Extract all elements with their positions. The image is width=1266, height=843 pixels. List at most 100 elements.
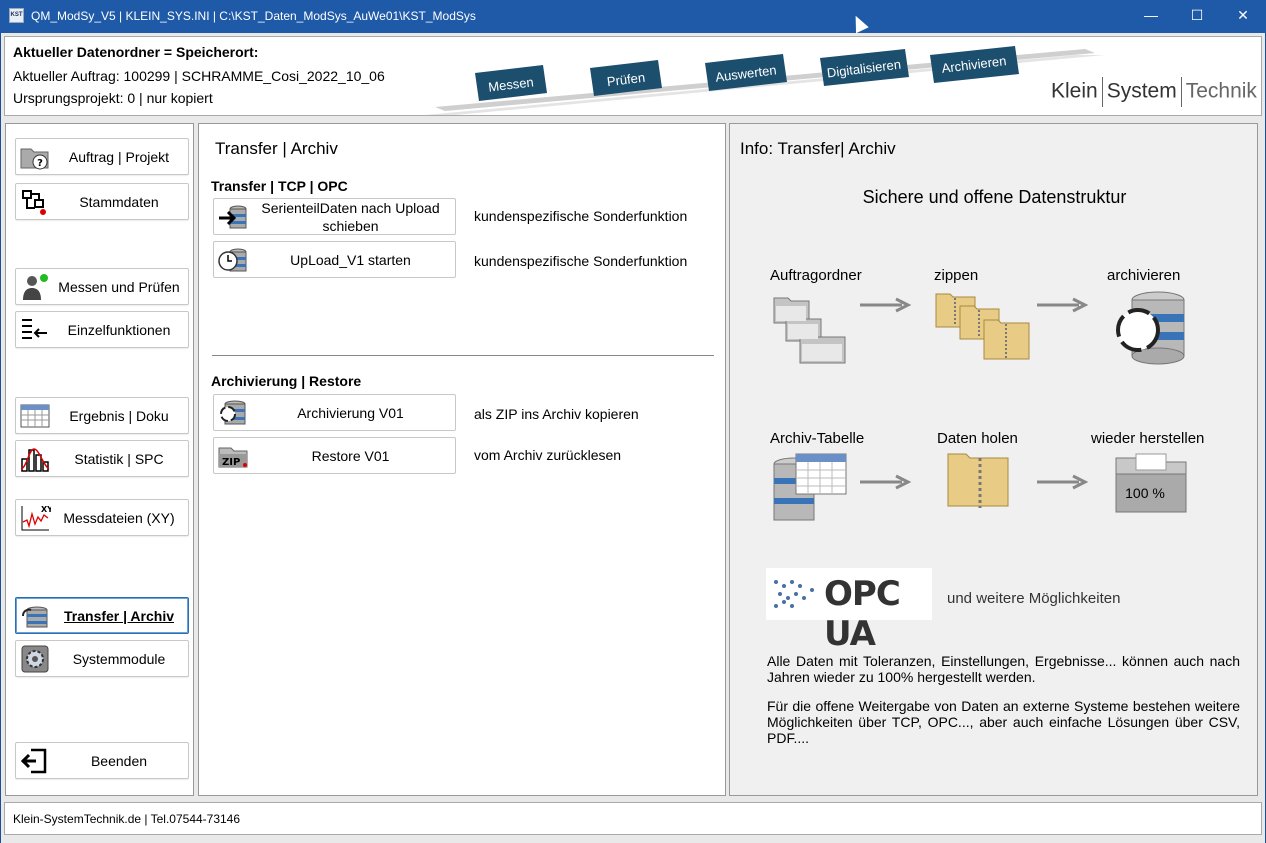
svg-text:?: ?: [37, 158, 43, 169]
action-label: SerienteilDaten nach Upload schieben: [261, 199, 440, 234]
nav-label: Beenden: [90, 753, 148, 769]
push-upload-button[interactable]: SerienteilDaten nach Upload schieben: [213, 198, 456, 235]
brand-part-3: Technik: [1185, 79, 1257, 103]
action-label: Archivierung V01: [297, 404, 404, 421]
folders-icon: [773, 297, 846, 364]
header: Aktueller Datenordner = Speicherort: Akt…: [4, 36, 1262, 116]
section-divider: [212, 355, 714, 356]
info-panel: Info: Transfer| Archiv Sichere und offen…: [729, 123, 1258, 796]
maximize-icon: ☐: [1190, 7, 1204, 23]
restore-folder-icon: [1115, 453, 1187, 513]
info-title: Info: Transfer| Archiv: [740, 139, 896, 158]
nav-einzelfunktionen-button[interactable]: Einzelfunktionen: [15, 311, 189, 348]
nav-messen-pruefen-button[interactable]: Messen und Prüfen: [15, 268, 189, 305]
mouse-cursor-icon: [849, 12, 869, 34]
action-description: kundenspezifische Sonderfunktion: [474, 208, 688, 224]
structure-icon: [22, 190, 46, 215]
label-wieder-herstellen: wieder herstellen: [1091, 430, 1205, 447]
nav-stammdaten-button[interactable]: Stammdaten: [15, 183, 189, 220]
app-icon: KST: [9, 8, 24, 23]
gear-icon: [21, 645, 49, 673]
section-transfer-title: Transfer | TCP | OPC: [211, 178, 348, 194]
table-icon: [20, 404, 50, 428]
status-text: Klein-SystemTechnik.de | Tel.07544-73146: [13, 812, 241, 826]
archive-database-large-icon: [1116, 291, 1185, 365]
section-archiv-title: Archivierung | Restore: [211, 373, 362, 389]
folder-question-icon: ?: [20, 148, 49, 170]
restore-v01-button[interactable]: ZIP Restore V01: [213, 437, 456, 474]
banner-step-5: Archivieren: [930, 46, 1019, 83]
data-folder-label: Aktueller Datenordner = Speicherort:: [13, 44, 259, 60]
process-banner: Messen Prüfen Auswerten Digitalisieren A…: [425, 46, 1105, 115]
nav-label: Statistik | SPC: [74, 451, 164, 467]
current-order: Aktueller Auftrag: 100299 | SCHRAMME_Cos…: [13, 68, 385, 84]
brand-part-1: Klein: [1051, 79, 1098, 103]
banner-step-1: Messen: [475, 65, 547, 101]
label-zippen: zippen: [934, 267, 979, 284]
opc-ua-text: OPC UA: [824, 574, 901, 654]
label-auftragordner: Auftragordner: [770, 267, 862, 284]
nav-label: Systemmodule: [72, 651, 166, 667]
status-bar: Klein-SystemTechnik.de | Tel.07544-73146: [4, 802, 1262, 835]
action-description: kundenspezifische Sonderfunktion: [474, 253, 688, 269]
nav-label: Stammdaten: [79, 194, 159, 210]
restore-percent: 100 %: [1125, 485, 1165, 501]
opc-dots-icon: [774, 580, 814, 608]
nav-messdateien-button[interactable]: XY Messdateien (XY): [15, 499, 189, 536]
nav-label: Auftrag | Projekt: [68, 149, 170, 165]
label-archivieren: archivieren: [1107, 267, 1181, 284]
main-panel: Transfer | Archiv Transfer | TCP | OPC S…: [198, 123, 726, 796]
xy-chart-icon: XY: [21, 505, 51, 531]
brand-part-2: System: [1106, 79, 1177, 103]
window-title: QM_ModSy_V5 | KLEIN_SYS.INI | C:\KST_Dat…: [31, 9, 476, 23]
nav-label: Transfer | Archiv: [64, 608, 174, 624]
banner-step-4: Digitalisieren: [820, 49, 909, 86]
close-button[interactable]: ✕: [1220, 0, 1266, 33]
exit-icon: [20, 748, 47, 774]
nav-label: Ergebnis | Doku: [69, 408, 169, 424]
clock-database-icon: [218, 248, 247, 272]
title-bar: KST QM_ModSy_V5 | KLEIN_SYS.INI | C:\KST…: [0, 0, 1266, 34]
label-archiv-tabelle: Archiv-Tabelle: [770, 430, 865, 447]
svg-text:ZIP: ZIP: [222, 457, 240, 468]
opc-ua-logo: OPC UA: [766, 568, 932, 654]
info-paragraph-1: Alle Daten mit Toleranzen, Einstellungen…: [767, 653, 1240, 685]
nav-ergebnis-doku-button[interactable]: Ergebnis | Doku: [15, 397, 189, 434]
nav-beenden-button[interactable]: Beenden: [15, 742, 189, 779]
histogram-icon: [20, 448, 50, 472]
action-description: vom Archiv zurücklesen: [474, 447, 622, 463]
nav-statistik-spc-button[interactable]: Statistik | SPC: [15, 440, 189, 477]
minimize-icon: —: [1144, 7, 1158, 23]
zip-icon: ZIP: [218, 447, 248, 468]
action-description: als ZIP ins Archiv kopieren: [474, 406, 639, 422]
upload-v1-start-button[interactable]: UpLoad_V1 starten: [213, 241, 456, 278]
navigation-panel: ? Auftrag | Projekt Stammdaten Messen un…: [5, 123, 194, 796]
arrow-right-icon: [1037, 474, 1089, 490]
main-title: Transfer | Archiv: [215, 139, 338, 158]
nav-auftrag-projekt-button[interactable]: ? Auftrag | Projekt: [15, 138, 189, 175]
minimize-button[interactable]: —: [1128, 0, 1174, 33]
label-daten-holen: Daten holen: [937, 430, 1018, 447]
action-label: UpLoad_V1 starten: [290, 251, 411, 268]
origin-project: Ursprungsprojekt: 0 | nur kopiert: [13, 90, 213, 106]
list-arrow-icon: [22, 319, 47, 339]
archivierung-v01-button[interactable]: Archivierung V01: [213, 394, 456, 431]
archive-database-icon: [220, 400, 246, 425]
more-options-text: und weitere Möglichkeiten: [947, 590, 1121, 607]
nav-label: Einzelfunktionen: [67, 322, 171, 338]
maximize-button[interactable]: ☐: [1174, 0, 1220, 33]
brand-logo: Klein System Technik: [1051, 77, 1257, 107]
svg-text:XY: XY: [41, 505, 51, 514]
database-table-icon: [773, 453, 847, 521]
nav-label: Messdateien (XY): [63, 510, 175, 526]
nav-label: Messen und Prüfen: [58, 279, 180, 295]
nav-systemmodule-button[interactable]: Systemmodule: [15, 640, 189, 677]
operator-icon: [23, 274, 48, 300]
nav-transfer-archiv-button[interactable]: Transfer | Archiv: [15, 597, 189, 634]
arrow-right-icon: [860, 297, 912, 313]
info-heading: Sichere und offene Datenstruktur: [862, 187, 1127, 207]
database-transfer-icon: [22, 606, 48, 628]
zip-folders-icon: [935, 293, 1030, 360]
arrow-right-icon: [1037, 297, 1089, 313]
zip-folder-icon: [947, 453, 1009, 508]
